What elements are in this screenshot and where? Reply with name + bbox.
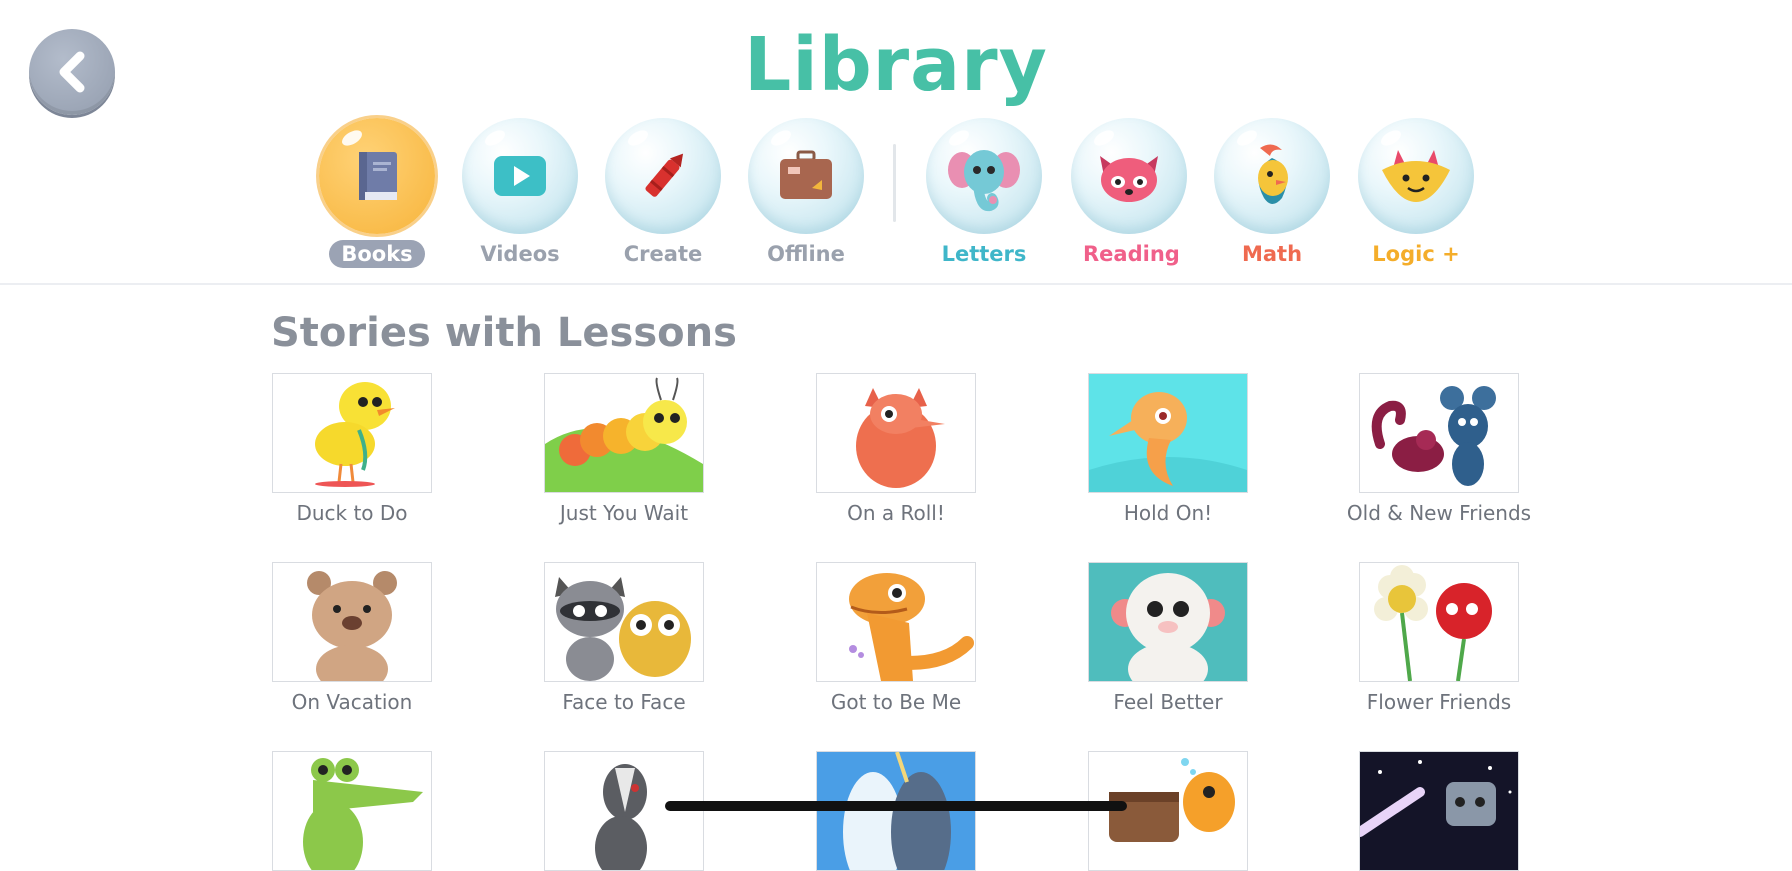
book-thumbnail[interactable] [272, 562, 432, 682]
book-thumbnail[interactable] [816, 751, 976, 871]
top-bar: Library Books Videos Create Offline Lett… [0, 0, 1792, 285]
book-card[interactable] [1359, 751, 1519, 871]
book-thumbnail[interactable] [1359, 373, 1519, 493]
tab-offline-label[interactable]: Offline [755, 240, 857, 268]
book-card[interactable] [1088, 751, 1248, 871]
tab-logic[interactable]: Logic + [1358, 118, 1474, 268]
play-icon [494, 156, 546, 196]
monkey-illustration [1111, 573, 1225, 681]
book-title[interactable]: Feel Better [1028, 690, 1308, 714]
book-thumbnail[interactable] [272, 373, 432, 493]
book-card[interactable]: Just You Wait [544, 373, 704, 525]
tab-math-bubble[interactable] [1214, 118, 1330, 234]
crocodile-illustration [303, 758, 423, 870]
book-icon [359, 152, 397, 200]
book-card[interactable]: Feel Better [1088, 562, 1248, 714]
tab-offline-bubble[interactable] [748, 118, 864, 234]
home-indicator[interactable] [665, 801, 1127, 811]
book-card[interactable]: On a Roll! [816, 373, 976, 525]
tab-books-label[interactable]: Books [329, 240, 425, 268]
page-title: Library [744, 22, 1048, 108]
scorpion-mouse-illustration [1371, 386, 1496, 486]
book-card[interactable]: Duck to Do [272, 373, 432, 525]
crayon-icon [645, 153, 684, 197]
tab-books-bubble[interactable] [319, 118, 435, 234]
book-thumbnail[interactable] [544, 562, 704, 682]
red-panda-icon [1100, 156, 1158, 202]
duck-illustration [315, 382, 395, 487]
tab-math[interactable]: Math [1214, 118, 1330, 268]
tab-reading-label[interactable]: Reading [1071, 240, 1192, 268]
tab-videos-label[interactable]: Videos [468, 240, 571, 268]
tab-offline[interactable]: Offline [748, 118, 864, 268]
book-title[interactable]: Got to Be Me [756, 690, 1036, 714]
book-title[interactable]: Hold On! [1028, 501, 1308, 525]
suitcase-icon [780, 150, 832, 199]
book-card[interactable]: Flower Friends [1359, 562, 1519, 714]
fox-icon [1382, 150, 1450, 202]
armadillo-illustration [856, 388, 945, 488]
raccoon-owl-illustration [555, 577, 691, 681]
book-title[interactable]: Old & New Friends [1299, 501, 1579, 525]
book-title[interactable]: Face to Face [484, 690, 764, 714]
wombat-illustration [307, 571, 397, 681]
badger-illustration [595, 764, 647, 870]
tab-logic-bubble[interactable] [1358, 118, 1474, 234]
tab-reading-bubble[interactable] [1071, 118, 1187, 234]
book-title[interactable]: Just You Wait [484, 501, 764, 525]
book-card[interactable] [816, 751, 976, 871]
book-card[interactable]: Got to Be Me [816, 562, 976, 714]
book-thumbnail[interactable] [816, 373, 976, 493]
tab-create[interactable]: Create [605, 118, 721, 268]
space-robot-illustration [1360, 760, 1512, 837]
tab-letters-label[interactable]: Letters [930, 240, 1039, 268]
book-thumbnail[interactable] [1088, 373, 1248, 493]
seahorse-illustration [1089, 392, 1247, 492]
tab-books[interactable]: Books [319, 118, 435, 268]
book-thumbnail[interactable] [1088, 751, 1248, 871]
book-thumbnail[interactable] [544, 751, 704, 871]
book-thumbnail[interactable] [272, 751, 432, 871]
book-title[interactable]: On a Roll! [756, 501, 1036, 525]
book-title[interactable]: On Vacation [212, 690, 492, 714]
caterpillar-illustration [545, 377, 703, 492]
book-thumbnail[interactable] [1088, 562, 1248, 682]
tab-videos[interactable]: Videos [462, 118, 578, 268]
bird-icon [1258, 144, 1288, 204]
book-thumbnail[interactable] [1359, 562, 1519, 682]
book-title[interactable]: Flower Friends [1299, 690, 1579, 714]
whales-illustration [843, 752, 951, 870]
book-card[interactable] [272, 751, 432, 871]
elephant-icon [948, 150, 1020, 212]
book-title[interactable]: Duck to Do [212, 501, 492, 525]
book-thumbnail[interactable] [544, 373, 704, 493]
book-card[interactable]: Old & New Friends [1347, 373, 1531, 525]
book-card[interactable]: Hold On! [1088, 373, 1248, 525]
tab-letters-bubble[interactable] [926, 118, 1042, 234]
tab-letters[interactable]: Letters [926, 118, 1042, 268]
tab-videos-bubble[interactable] [462, 118, 578, 234]
book-card[interactable] [544, 751, 704, 871]
tab-math-label[interactable]: Math [1230, 240, 1314, 268]
tab-divider [893, 144, 896, 222]
tab-logic-label[interactable]: Logic + [1360, 240, 1471, 268]
treasure-fish-illustration [1109, 758, 1235, 842]
book-thumbnail[interactable] [1359, 751, 1519, 871]
dinosaur-illustration [849, 573, 974, 681]
book-card[interactable]: On Vacation [272, 562, 432, 714]
flowers-illustration [1374, 565, 1492, 681]
tab-create-bubble[interactable] [605, 118, 721, 234]
tab-create-label[interactable]: Create [612, 240, 714, 268]
tab-reading[interactable]: Reading [1071, 118, 1187, 268]
book-thumbnail[interactable] [816, 562, 976, 682]
book-card[interactable]: Face to Face [544, 562, 704, 714]
section-title: Stories with Lessons [271, 310, 737, 356]
